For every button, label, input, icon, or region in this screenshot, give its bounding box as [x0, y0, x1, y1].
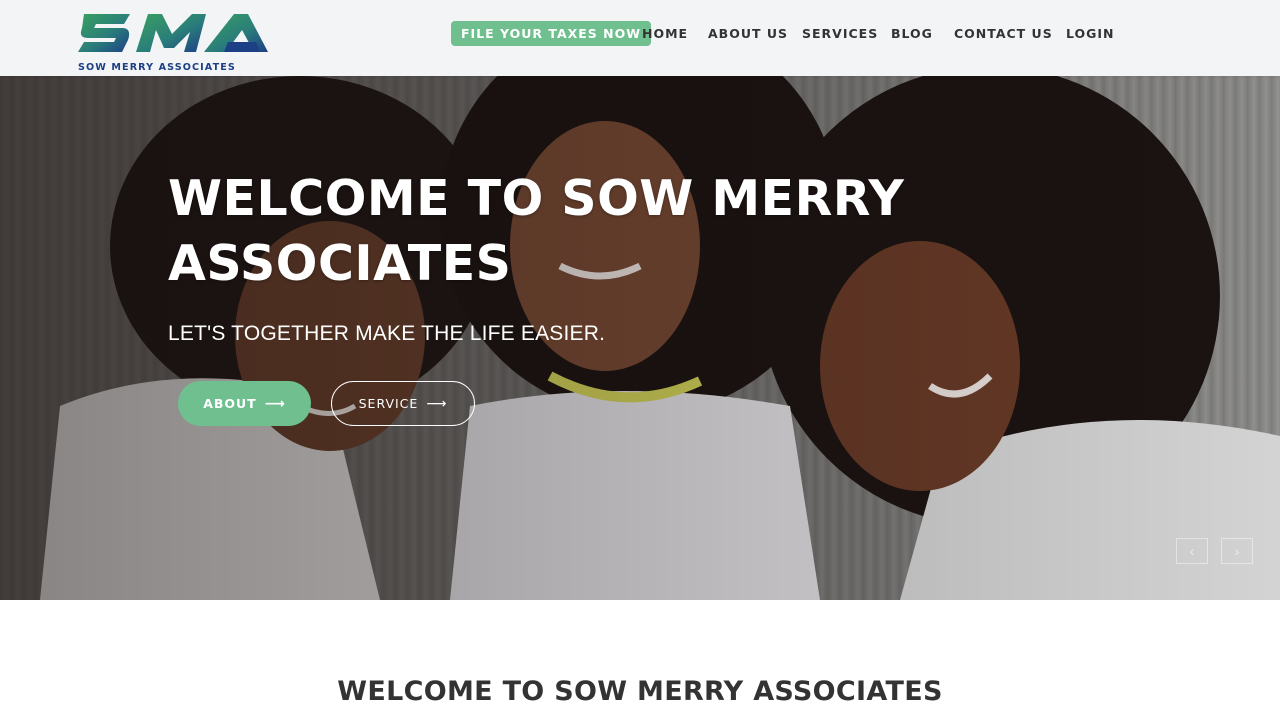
about-button[interactable]: ABOUT ⟶	[178, 381, 311, 426]
nav-login[interactable]: LOGIN	[1066, 21, 1115, 46]
slider-next-button[interactable]: ›	[1221, 538, 1253, 564]
slider-prev-button[interactable]: ‹	[1176, 538, 1208, 564]
file-taxes-button[interactable]: FILE YOUR TAXES NOW	[451, 21, 652, 46]
hero-subtitle: LET'S TOGETHER MAKE THE LIFE EASIER.	[168, 322, 606, 345]
site-header: SOW MERRY ASSOCIATES FILE YOUR TAXES NOW…	[0, 0, 1280, 76]
arrow-right-icon: ⟶	[264, 395, 286, 412]
about-button-label: ABOUT	[203, 396, 257, 411]
service-button-label: SERVICE	[358, 396, 419, 411]
nav-contact-us[interactable]: CONTACT US	[954, 21, 1053, 46]
nav-home[interactable]: HOME	[642, 21, 688, 46]
hero-title: WELCOME TO SOW MERRY ASSOCIATES	[168, 170, 905, 292]
logo[interactable]: SOW MERRY ASSOCIATES	[78, 8, 270, 73]
nav-blog[interactable]: BLOG	[891, 21, 933, 46]
arrow-right-icon: ⟶	[426, 395, 448, 412]
hero-slider: WELCOME TO SOW MERRY ASSOCIATES LET'S TO…	[0, 76, 1280, 600]
chevron-left-icon: ‹	[1189, 543, 1195, 559]
chevron-right-icon: ›	[1234, 543, 1240, 559]
nav-about-us[interactable]: ABOUT US	[708, 21, 788, 46]
service-button[interactable]: SERVICE ⟶	[331, 381, 475, 426]
logo-wordmark: SOW MERRY ASSOCIATES	[78, 62, 236, 73]
sma-logo-icon	[78, 14, 268, 52]
nav-services[interactable]: SERVICES	[802, 21, 878, 46]
welcome-heading: WELCOME TO SOW MERRY ASSOCIATES	[337, 676, 943, 707]
